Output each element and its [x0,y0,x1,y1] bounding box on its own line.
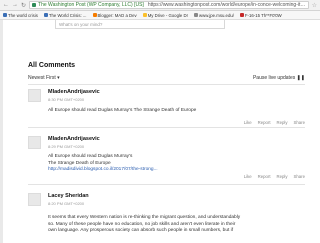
share-button[interactable]: Share [294,120,305,125]
divider [28,127,305,128]
site-identity: The Washington Post (WP Company, LLC) [U… [38,2,144,8]
url-text: https://www.washingtonpost.com/world/eur… [147,2,308,8]
comment-line: own language. Any prosperous society can… [48,228,234,233]
comment-input[interactable]: What's on your mind? [55,20,225,29]
left-edge-stripe [0,20,3,243]
bookmark-favicon-icon [142,13,147,17]
reply-button[interactable]: Reply [277,174,288,179]
bookmark-favicon-icon [92,13,97,17]
comment-link[interactable]: http://madisdivid.blogspot.co.il/2017/07… [48,167,158,172]
browser-address-bar: ← → ↻ The Washington Post (WP Company, L… [0,0,320,11]
comment-body: All Europe should read Duglas Murray's T… [48,154,303,174]
comment-line: All Europe should read Duglas Murray's T… [48,108,197,113]
avatar[interactable] [28,193,41,206]
comment-item: Lacey Sheridan 8:20 PM GMT+0200 It seems… [28,193,305,243]
reply-button[interactable]: Reply [277,120,288,125]
comment-author[interactable]: Lacey Sheridan [48,193,89,199]
bookmarks-bar: The world crisis The World Crisis: ... B… [0,11,320,20]
lock-icon [32,3,37,7]
comment-author[interactable]: MladenAndrijasevic [48,136,100,142]
page-content: What's on your mind? All Comments Newest… [0,20,320,243]
avatar[interactable] [28,136,41,149]
bookmark-favicon-icon [43,13,48,17]
comment-author[interactable]: MladenAndrijasevic [48,89,100,95]
comment-actions: Like Report Reply Share [244,120,305,125]
comment-item: MladenAndrijasevic 8:29 PM GMT+0200 All … [28,136,305,186]
comment-body: It seems that every Western nation is re… [48,215,303,235]
bookmark-item[interactable]: www.jpe.msu.edu/ [191,13,237,18]
sort-dropdown[interactable]: Newest First ▾ [28,75,60,81]
avatar[interactable] [28,89,41,102]
comment-timestamp: 8:20 PM GMT+0200 [48,201,85,206]
bookmark-item[interactable]: My Drive - Google Dr [140,13,191,18]
like-button[interactable]: Like [244,174,252,179]
bookmark-star-icon[interactable]: ☆ [309,2,320,9]
report-button[interactable]: Report [258,120,271,125]
bookmark-favicon-icon [3,13,7,17]
comment-body: All Europe should read Duglas Murray's T… [48,108,303,115]
reload-icon[interactable]: ↻ [21,2,26,9]
browser-nav-buttons: ← → ↻ [0,2,29,9]
forward-icon[interactable]: → [12,2,18,9]
comment-timestamp: 8:29 PM GMT+0200 [48,144,85,149]
comment-actions: Like Report Reply Share [244,174,305,179]
divider [28,184,305,185]
bookmark-item[interactable]: The world crisis [0,13,41,18]
comment-timestamp: 8:30 PM GMT+0200 [48,97,85,102]
divider [28,84,305,85]
comment-item: MladenAndrijasevic 8:30 PM GMT+0200 All … [28,89,305,139]
like-button[interactable]: Like [244,120,252,125]
bookmark-favicon-icon [239,13,244,17]
comments-toolbar: Newest First ▾ Pause live updates ❚❚ [28,75,305,83]
bookmark-item[interactable]: Blogger: MAD a Dev [90,13,140,18]
pause-live-updates-button[interactable]: Pause live updates ❚❚ [253,75,305,81]
report-button[interactable]: Report [258,174,271,179]
bookmark-item[interactable]: F-16-15 Th**F0'0W [237,13,285,18]
bookmark-favicon-icon [194,13,199,17]
back-icon[interactable]: ← [3,2,9,9]
comments-heading: All Comments [28,62,76,69]
url-field[interactable]: The Washington Post (WP Company, LLC) [U… [29,1,309,9]
bookmark-item[interactable]: The World Crisis: ... [41,13,90,18]
share-button[interactable]: Share [294,174,305,179]
